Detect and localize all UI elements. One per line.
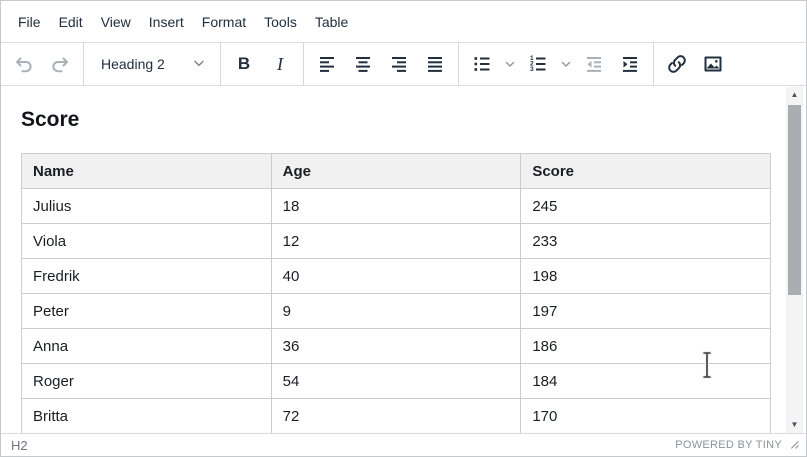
statusbar: H2 POWERED BY TINY [1, 433, 806, 456]
numbered-list-button[interactable]: 1 2 3 [521, 47, 555, 81]
table-row: Fredrik40198 [22, 259, 771, 294]
chevron-down-icon [191, 55, 207, 74]
table-cell[interactable]: 72 [271, 399, 521, 434]
heading-dropdown-label: Heading 2 [101, 56, 165, 72]
undo-button[interactable] [7, 47, 41, 81]
editor-content-area[interactable]: Score NameAgeScoreJulius18245Viola12233F… [1, 86, 806, 433]
table-cell[interactable]: 18 [271, 189, 521, 224]
table-cell[interactable]: 197 [521, 294, 771, 329]
table-cell[interactable]: 9 [271, 294, 521, 329]
indent-button[interactable] [613, 47, 647, 81]
outdent-icon [582, 52, 606, 76]
column-header-score[interactable]: Score [521, 154, 771, 189]
resize-handle-icon[interactable] [788, 436, 799, 454]
bullet-list-button[interactable] [465, 47, 499, 81]
table-row: Anna36186 [22, 329, 771, 364]
link-button[interactable] [660, 47, 694, 81]
align-left-button[interactable] [310, 47, 344, 81]
alignment-group [304, 43, 459, 85]
chevron-down-icon [503, 57, 517, 71]
table-cell[interactable]: 186 [521, 329, 771, 364]
table-row: Julius18245 [22, 189, 771, 224]
outdent-button[interactable] [577, 47, 611, 81]
format-select-group: Heading 2 [84, 43, 221, 85]
menu-item-tools[interactable]: Tools [255, 7, 306, 37]
italic-icon: I [277, 54, 283, 75]
table-cell[interactable]: 233 [521, 224, 771, 259]
bullet-list-icon [470, 52, 494, 76]
redo-button[interactable] [43, 47, 77, 81]
bold-button[interactable]: B [227, 47, 261, 81]
table-cell[interactable]: Julius [22, 189, 272, 224]
table-cell[interactable]: 184 [521, 364, 771, 399]
table-row: Peter9197 [22, 294, 771, 329]
numbered-list-options-button[interactable] [557, 47, 575, 81]
table-cell[interactable]: 36 [271, 329, 521, 364]
align-center-icon [351, 52, 375, 76]
table-cell[interactable]: 40 [271, 259, 521, 294]
indent-icon [618, 52, 642, 76]
table-cell[interactable]: 198 [521, 259, 771, 294]
table-cell[interactable]: 170 [521, 399, 771, 434]
table-cell[interactable]: Anna [22, 329, 272, 364]
redo-icon [48, 52, 72, 76]
table-row: Viola12233 [22, 224, 771, 259]
heading-dropdown[interactable]: Heading 2 [91, 47, 213, 81]
element-path[interactable]: H2 [11, 438, 28, 453]
align-right-icon [387, 52, 411, 76]
table-header-row: NameAgeScore [22, 154, 771, 189]
align-justify-icon [423, 52, 447, 76]
italic-button[interactable]: I [263, 47, 297, 81]
table-cell[interactable]: Britta [22, 399, 272, 434]
align-center-button[interactable] [346, 47, 380, 81]
text-style-group: B I [221, 43, 304, 85]
statusbar-right: POWERED BY TINY [675, 436, 799, 454]
menu-item-edit[interactable]: Edit [50, 7, 92, 37]
content-heading[interactable]: Score [21, 108, 786, 132]
column-header-age[interactable]: Age [271, 154, 521, 189]
branding-label[interactable]: POWERED BY TINY [675, 439, 782, 451]
insert-group [654, 43, 736, 85]
rich-text-editor: FileEditViewInsertFormatToolsTable [0, 0, 807, 457]
menu-item-format[interactable]: Format [193, 7, 255, 37]
chevron-down-icon [559, 57, 573, 71]
align-justify-button[interactable] [418, 47, 452, 81]
table-cell[interactable]: Peter [22, 294, 272, 329]
menu-item-file[interactable]: File [9, 7, 50, 37]
scroll-down-arrow-icon[interactable]: ▼ [786, 417, 803, 433]
image-button[interactable] [696, 47, 730, 81]
table-cell[interactable]: 12 [271, 224, 521, 259]
bold-icon: B [238, 54, 250, 74]
table-row: Britta72170 [22, 399, 771, 434]
align-left-icon [315, 52, 339, 76]
toolbar: Heading 2 B I [1, 43, 806, 86]
link-icon [665, 52, 689, 76]
table-cell[interactable]: 245 [521, 189, 771, 224]
bullet-list-options-button[interactable] [501, 47, 519, 81]
menu-item-table[interactable]: Table [306, 7, 357, 37]
table-row: Roger54184 [22, 364, 771, 399]
score-table[interactable]: NameAgeScoreJulius18245Viola12233Fredrik… [21, 153, 771, 433]
menubar: FileEditViewInsertFormatToolsTable [1, 1, 806, 43]
column-header-name[interactable]: Name [22, 154, 272, 189]
list-indent-group: 1 2 3 [459, 43, 654, 85]
vertical-scrollbar[interactable]: ▲ ▼ [786, 87, 803, 433]
numbered-list-icon: 1 2 3 [526, 52, 550, 76]
scroll-up-arrow-icon[interactable]: ▲ [786, 87, 803, 103]
table-cell[interactable]: 54 [271, 364, 521, 399]
table-cell[interactable]: Viola [22, 224, 272, 259]
svg-text:3: 3 [530, 66, 534, 73]
table-cell[interactable]: Fredrik [22, 259, 272, 294]
menu-item-view[interactable]: View [92, 7, 140, 37]
undo-icon [12, 52, 36, 76]
history-group [1, 43, 84, 85]
ibeam-cursor-icon [700, 350, 714, 385]
scrollbar-thumb[interactable] [788, 105, 801, 295]
table-cell[interactable]: Roger [22, 364, 272, 399]
image-icon [701, 52, 725, 76]
menu-item-insert[interactable]: Insert [140, 7, 193, 37]
align-right-button[interactable] [382, 47, 416, 81]
